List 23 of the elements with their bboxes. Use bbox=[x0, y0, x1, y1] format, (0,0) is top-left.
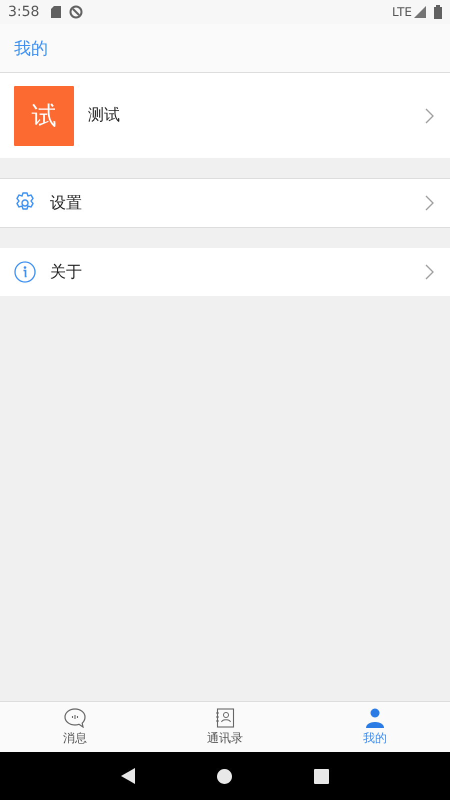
home-icon[interactable] bbox=[217, 768, 232, 784]
chat-bubble-icon bbox=[64, 708, 86, 728]
network-label: LTE bbox=[392, 5, 412, 19]
status-time: 3:58 bbox=[8, 4, 40, 20]
chevron-right-icon bbox=[425, 195, 434, 211]
chevron-right-icon bbox=[425, 108, 434, 124]
avatar: 试 bbox=[14, 86, 74, 146]
tab[interactable]: 消息 bbox=[0, 702, 150, 752]
battery-icon bbox=[434, 5, 442, 19]
profile-name: 测试 bbox=[88, 105, 121, 126]
page-title: 我的 bbox=[14, 38, 48, 60]
chevron-right-icon bbox=[425, 264, 434, 280]
contact-book-icon bbox=[215, 708, 235, 728]
back-icon[interactable] bbox=[121, 768, 135, 784]
sd-card-icon bbox=[51, 6, 62, 18]
menu-item[interactable]: 关于 bbox=[0, 248, 450, 296]
recents-icon[interactable] bbox=[314, 768, 329, 784]
info-icon bbox=[14, 261, 36, 283]
signal-icon bbox=[414, 6, 426, 18]
person-icon bbox=[366, 708, 384, 728]
tab[interactable]: 通讯录 bbox=[150, 702, 300, 752]
menu-item[interactable]: 设置 bbox=[0, 179, 450, 227]
profile-row[interactable]: 试 测试 bbox=[0, 73, 450, 158]
